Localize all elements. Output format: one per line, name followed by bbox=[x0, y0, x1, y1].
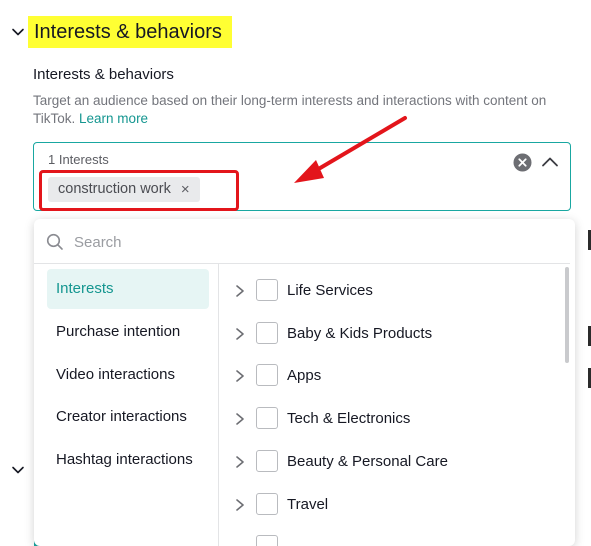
category-purchase-intention[interactable]: Purchase intention bbox=[47, 312, 209, 352]
option-checkbox[interactable] bbox=[256, 493, 278, 515]
option-row[interactable]: Baby & Kids Products bbox=[220, 316, 560, 352]
option-row[interactable]: Life Services bbox=[220, 273, 560, 309]
category-creator-interactions[interactable]: Creator interactions bbox=[47, 397, 209, 437]
dropdown-search bbox=[34, 219, 570, 264]
option-checkbox[interactable] bbox=[256, 450, 278, 472]
chevron-right-icon[interactable] bbox=[234, 412, 246, 426]
annotation-highlight-box bbox=[39, 170, 239, 211]
option-checkbox[interactable] bbox=[256, 535, 278, 546]
option-list: Life Services Baby & Kids Products Apps … bbox=[220, 263, 570, 546]
option-row-partial[interactable] bbox=[220, 529, 560, 546]
option-scrollbar[interactable] bbox=[565, 267, 569, 363]
category-video-interactions[interactable]: Video interactions bbox=[47, 355, 209, 395]
option-label: Travel bbox=[287, 496, 329, 513]
learn-more-link[interactable]: Learn more bbox=[79, 111, 148, 126]
option-label: Baby & Kids Products bbox=[287, 325, 433, 342]
option-checkbox[interactable] bbox=[256, 364, 278, 386]
option-checkbox[interactable] bbox=[256, 407, 278, 429]
field-label: Interests & behaviors bbox=[33, 66, 174, 83]
annotation-arrow-icon bbox=[294, 116, 407, 183]
search-icon bbox=[46, 233, 63, 250]
option-row[interactable]: Tech & Electronics bbox=[220, 401, 560, 437]
option-checkbox[interactable] bbox=[256, 322, 278, 344]
category-interests[interactable]: Interests bbox=[47, 269, 209, 309]
option-label: Apps bbox=[287, 367, 322, 384]
category-hashtag-interactions[interactable]: Hashtag interactions bbox=[47, 440, 209, 480]
option-checkbox[interactable] bbox=[256, 279, 278, 301]
option-row[interactable]: Travel bbox=[220, 487, 560, 523]
chevron-right-icon[interactable] bbox=[234, 327, 246, 341]
interest-dropdown: Interests Purchase intention Video inter… bbox=[34, 219, 575, 546]
clear-circle-icon[interactable] bbox=[513, 153, 532, 172]
option-label: Life Services bbox=[287, 282, 373, 299]
selected-count: 1 Interests bbox=[48, 152, 109, 167]
chevron-right-icon[interactable] bbox=[234, 369, 246, 383]
option-row[interactable]: Apps bbox=[220, 358, 560, 394]
category-list: Interests Purchase intention Video inter… bbox=[34, 263, 219, 546]
chevron-down-icon[interactable] bbox=[10, 462, 26, 478]
option-label: Beauty & Personal Care bbox=[287, 453, 448, 470]
page-edge-fragments bbox=[587, 230, 591, 546]
chevron-up-icon[interactable] bbox=[540, 155, 560, 169]
chevron-right-icon[interactable] bbox=[234, 455, 246, 469]
option-label: Tech & Electronics bbox=[287, 410, 411, 427]
chevron-down-icon[interactable] bbox=[10, 24, 26, 40]
option-row[interactable]: Beauty & Personal Care bbox=[220, 444, 560, 480]
chevron-right-icon[interactable] bbox=[234, 498, 246, 512]
section-title: Interests & behaviors bbox=[28, 16, 232, 48]
chevron-right-icon[interactable] bbox=[234, 284, 246, 298]
search-input[interactable] bbox=[72, 229, 556, 255]
